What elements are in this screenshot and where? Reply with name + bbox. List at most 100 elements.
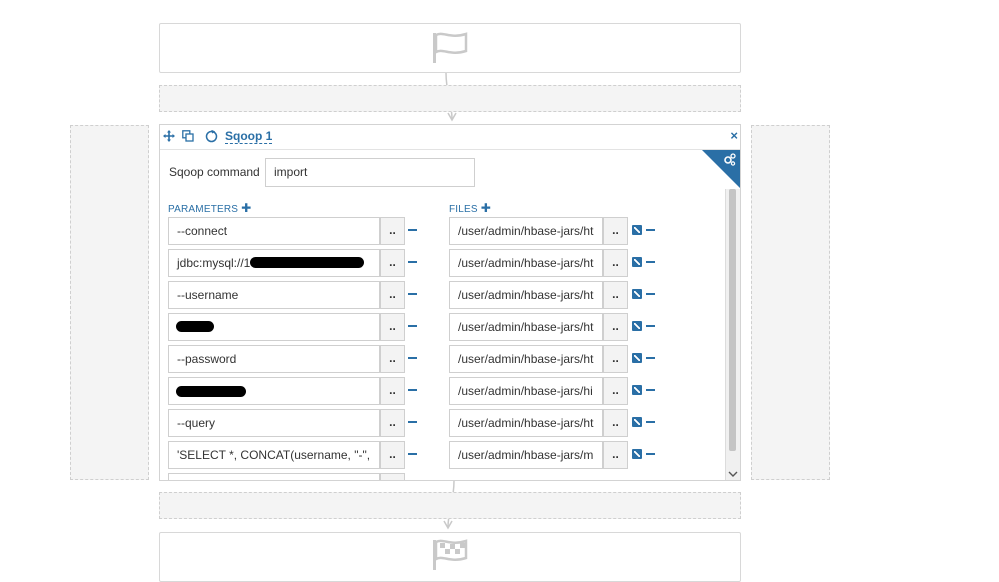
drop-zone-left[interactable] xyxy=(70,125,149,480)
copy-icon[interactable] xyxy=(182,130,194,142)
file-input[interactable]: /user/admin/hbase-jars/ht xyxy=(449,313,603,341)
sqoop-command-input[interactable]: import xyxy=(265,158,475,187)
open-file-icon[interactable] xyxy=(632,289,642,299)
files-label: FILES xyxy=(449,204,478,215)
file-row: /user/admin/hbase-jars/ht .. xyxy=(449,313,669,341)
parameter-input[interactable] xyxy=(168,473,380,480)
file-input[interactable]: /user/admin/hbase-jars/m xyxy=(449,441,603,469)
parameter-row-partial xyxy=(168,473,418,480)
add-file-icon[interactable]: ✚ xyxy=(481,201,491,215)
file-input[interactable]: /user/admin/hbase-jars/ht xyxy=(449,345,603,373)
file-browse-button[interactable]: .. xyxy=(603,441,628,469)
open-file-icon[interactable] xyxy=(632,449,642,459)
open-file-icon[interactable] xyxy=(632,257,642,267)
parameter-input[interactable]: --connect xyxy=(168,217,380,245)
checkered-flag-icon xyxy=(433,539,468,570)
remove-parameter-icon[interactable] xyxy=(408,453,417,455)
action-title[interactable]: Sqoop 1 xyxy=(225,130,273,144)
parameter-browse-button[interactable] xyxy=(380,473,405,480)
start-node xyxy=(159,23,741,73)
parameter-browse-button[interactable]: .. xyxy=(380,409,405,437)
parameter-browse-button[interactable]: .. xyxy=(380,217,405,245)
file-row: /user/admin/hbase-jars/ht .. xyxy=(449,409,669,437)
remove-parameter-icon[interactable] xyxy=(408,293,417,295)
open-file-icon[interactable] xyxy=(632,417,642,427)
remove-file-icon[interactable] xyxy=(646,421,655,423)
file-input[interactable]: /user/admin/hbase-jars/ht xyxy=(449,409,603,437)
parameter-input[interactable]: 'SELECT *, CONCAT(username, "-", xyxy=(168,441,380,469)
file-row: /user/admin/hbase-jars/ht .. xyxy=(449,249,669,277)
parameter-browse-button[interactable]: .. xyxy=(380,281,405,309)
file-row: /user/admin/hbase-jars/ht .. xyxy=(449,281,669,309)
vertical-scrollbar[interactable] xyxy=(725,189,740,480)
drop-zone-right[interactable] xyxy=(751,125,830,480)
remove-file-icon[interactable] xyxy=(646,389,655,391)
file-row: /user/admin/hbase-jars/ht .. xyxy=(449,345,669,373)
parameter-input[interactable]: --password xyxy=(168,345,380,373)
file-input[interactable]: /user/admin/hbase-jars/ht xyxy=(449,217,603,245)
parameter-row: jdbc:mysql://1 .. xyxy=(168,249,418,277)
parameter-browse-button[interactable]: .. xyxy=(380,345,405,373)
remove-parameter-icon[interactable] xyxy=(408,229,417,231)
close-icon[interactable]: × xyxy=(730,128,738,143)
file-row: /user/admin/hbase-jars/m .. xyxy=(449,441,669,469)
file-browse-button[interactable]: .. xyxy=(603,313,628,341)
scrollbar-thumb[interactable] xyxy=(729,189,736,451)
file-browse-button[interactable]: .. xyxy=(603,281,628,309)
file-row: /user/admin/hbase-jars/ht .. xyxy=(449,217,669,245)
files-header: FILES ✚ xyxy=(449,201,491,215)
refresh-icon[interactable] xyxy=(205,130,218,143)
add-parameter-icon[interactable]: ✚ xyxy=(241,201,251,215)
remove-file-icon[interactable] xyxy=(646,357,655,359)
parameter-input[interactable]: --query xyxy=(168,409,380,437)
open-file-icon[interactable] xyxy=(632,353,642,363)
parameter-row: --query .. xyxy=(168,409,418,437)
flag-icon xyxy=(433,32,468,63)
action-header: Sqoop 1 × xyxy=(160,125,740,150)
open-file-icon[interactable] xyxy=(632,385,642,395)
drop-zone-top[interactable] xyxy=(159,85,741,112)
parameter-row: .. xyxy=(168,313,418,341)
parameter-browse-button[interactable]: .. xyxy=(380,249,405,277)
move-icon[interactable] xyxy=(163,130,175,142)
remove-file-icon[interactable] xyxy=(646,453,655,455)
remove-file-icon[interactable] xyxy=(646,325,655,327)
redaction-mark xyxy=(176,321,214,332)
parameter-row: .. xyxy=(168,377,418,405)
parameter-row: 'SELECT *, CONCAT(username, "-", .. xyxy=(168,441,418,469)
file-browse-button[interactable]: .. xyxy=(603,377,628,405)
sqoop-command-label: Sqoop command xyxy=(169,165,260,179)
parameter-browse-button[interactable]: .. xyxy=(380,441,405,469)
sqoop-action-node: Sqoop 1 × Sqoop command import PARAMETER… xyxy=(159,124,741,481)
parameter-text: jdbc:mysql://1 xyxy=(177,256,251,270)
redaction-mark xyxy=(176,386,246,397)
file-browse-button[interactable]: .. xyxy=(603,409,628,437)
parameter-row: --password .. xyxy=(168,345,418,373)
file-input[interactable]: /user/admin/hbase-jars/ht xyxy=(449,249,603,277)
remove-parameter-icon[interactable] xyxy=(408,357,417,359)
remove-file-icon[interactable] xyxy=(646,293,655,295)
end-node xyxy=(159,532,741,582)
chevron-down-icon[interactable] xyxy=(728,470,738,478)
file-input[interactable]: /user/admin/hbase-jars/ht xyxy=(449,281,603,309)
parameter-browse-button[interactable]: .. xyxy=(380,377,405,405)
remove-parameter-icon[interactable] xyxy=(408,389,417,391)
parameters-label: PARAMETERS xyxy=(168,204,239,215)
parameter-browse-button[interactable]: .. xyxy=(380,313,405,341)
drop-zone-bottom[interactable] xyxy=(159,492,741,519)
remove-file-icon[interactable] xyxy=(646,229,655,231)
parameter-input[interactable]: --username xyxy=(168,281,380,309)
file-browse-button[interactable]: .. xyxy=(603,249,628,277)
open-file-icon[interactable] xyxy=(632,225,642,235)
file-browse-button[interactable]: .. xyxy=(603,217,628,245)
remove-parameter-icon[interactable] xyxy=(408,325,417,327)
gears-icon[interactable] xyxy=(723,153,736,166)
parameter-row: --username .. xyxy=(168,281,418,309)
remove-parameter-icon[interactable] xyxy=(408,261,417,263)
open-file-icon[interactable] xyxy=(632,321,642,331)
file-input[interactable]: /user/admin/hbase-jars/hi xyxy=(449,377,603,405)
file-browse-button[interactable]: .. xyxy=(603,345,628,373)
remove-parameter-icon[interactable] xyxy=(408,421,417,423)
parameter-row: --connect .. xyxy=(168,217,418,245)
remove-file-icon[interactable] xyxy=(646,261,655,263)
